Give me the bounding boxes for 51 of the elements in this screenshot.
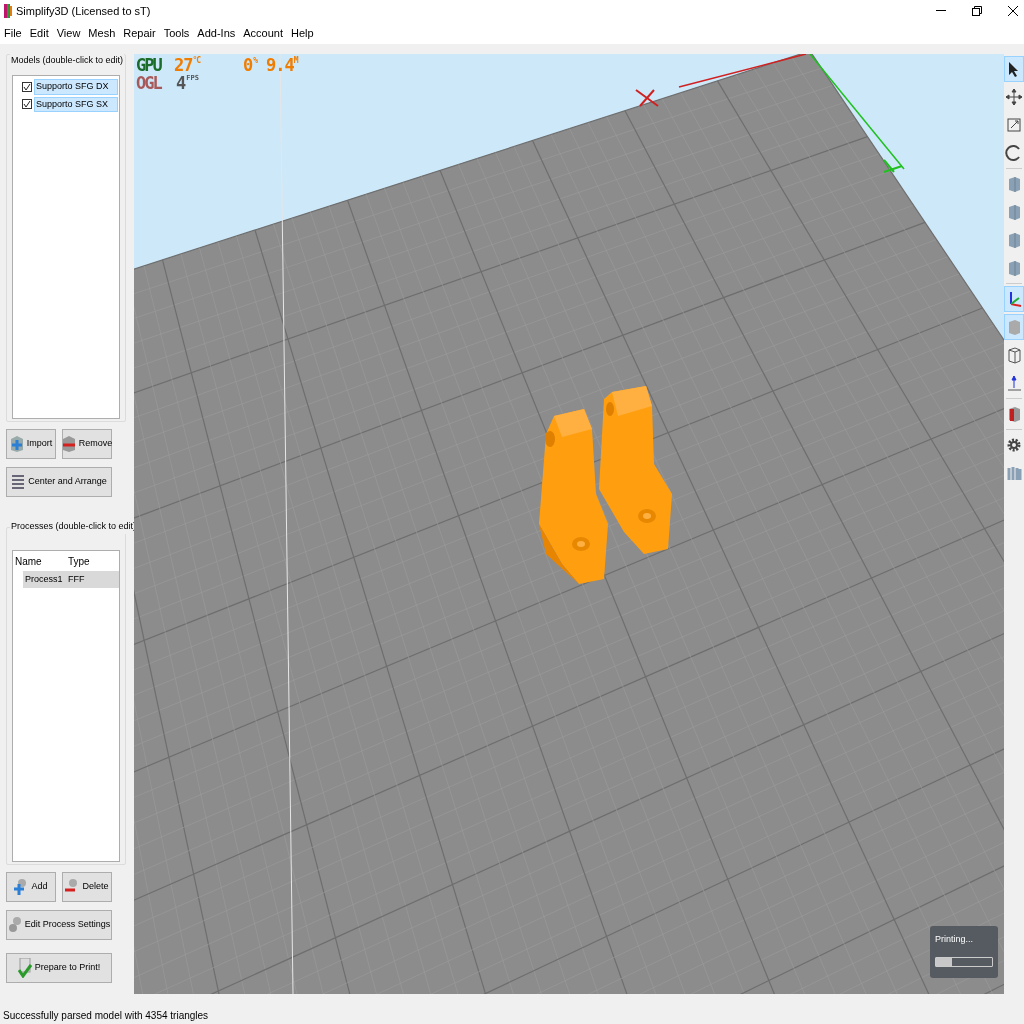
progress-bar <box>935 956 993 967</box>
remove-icon <box>61 435 76 453</box>
table-cell-text: Process1 <box>25 572 64 586</box>
menu-item[interactable]: Help <box>291 24 314 42</box>
action-button[interactable]: Add <box>6 872 56 902</box>
table-cell-text: FFF <box>68 572 85 586</box>
column-header[interactable]: Type <box>68 553 90 569</box>
menu-item[interactable]: Add-Ins <box>197 24 236 42</box>
arrange-icon <box>11 474 26 490</box>
move-icon <box>1005 88 1023 106</box>
checkbox[interactable] <box>22 81 32 92</box>
menu-item[interactable]: Tools <box>163 24 190 42</box>
scale-icon <box>1005 116 1023 134</box>
menu-item[interactable]: Repair <box>123 24 156 42</box>
document-check-icon <box>17 958 32 978</box>
menu-item[interactable]: View <box>56 24 81 42</box>
menu-item[interactable]: Mesh <box>88 24 116 42</box>
window-title: Simplify3D (Licensed to sT) <box>16 3 151 19</box>
add-icon <box>14 878 29 896</box>
menu-item[interactable]: File <box>4 24 22 42</box>
action-button[interactable]: Edit Process Settings <box>6 910 112 940</box>
model-item[interactable]: Supporto SFG DX <box>34 79 118 95</box>
arrow-icon <box>1005 374 1023 392</box>
status-text: Successfully parsed model with 4354 triangles <box>3 1008 209 1023</box>
toolbar-button[interactable] <box>1004 286 1024 312</box>
menu-item[interactable]: Account <box>243 24 284 42</box>
action-button[interactable]: Remove <box>62 429 112 459</box>
hud-reading: 0% <box>241 56 259 74</box>
close-icon[interactable] <box>1008 6 1018 16</box>
action-button[interactable]: Center and Arrange <box>6 467 112 497</box>
group-title: Models (double-click to edit) <box>10 54 125 68</box>
action-button[interactable]: Delete <box>62 872 112 902</box>
settings-icon <box>1005 436 1023 454</box>
model-item[interactable]: Supporto SFG SX <box>34 96 118 112</box>
hud-label: OGL <box>136 74 163 92</box>
app-logo-icon <box>4 4 12 18</box>
hud-label: GPU <box>136 56 163 74</box>
popup-text: Printing... <box>935 933 975 946</box>
action-button[interactable]: Import <box>6 429 56 459</box>
action-button[interactable]: Prepare to Print! <box>6 953 112 983</box>
restore-icon[interactable] <box>972 6 982 16</box>
process-row[interactable]: Process1 FFF <box>23 571 119 588</box>
layers-icon <box>1005 464 1023 482</box>
toolbar-button[interactable] <box>1004 56 1024 82</box>
column-header[interactable]: Name <box>15 553 68 569</box>
menu-item[interactable]: Edit <box>29 24 49 42</box>
import-icon <box>9 435 24 453</box>
wireframe-cube-icon <box>1005 346 1023 364</box>
checkbox[interactable] <box>22 99 32 110</box>
minimize-icon[interactable] <box>936 10 946 12</box>
rotate-icon <box>1005 144 1023 162</box>
